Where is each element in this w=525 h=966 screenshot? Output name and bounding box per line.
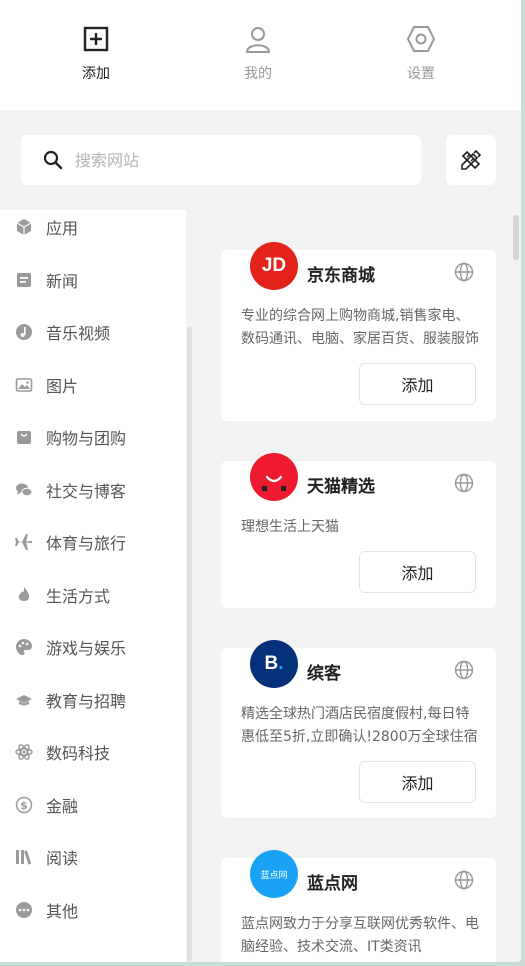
atom-icon xyxy=(15,744,33,760)
palette-icon xyxy=(16,639,32,655)
site-name: 京东商城 xyxy=(307,266,375,286)
sidebar-item-social[interactable]: 社交与博客 xyxy=(0,470,186,510)
sidebar-item-label: 生活方式 xyxy=(46,587,111,606)
sidebar-item-games[interactable]: 游戏与娱乐 xyxy=(0,627,186,667)
globe-icon[interactable] xyxy=(454,473,474,493)
logo-text: B. xyxy=(264,653,284,674)
sidebar-item-lifestyle[interactable]: 生活方式 xyxy=(0,575,186,615)
sidebar-item-apps[interactable]: 应用 xyxy=(0,207,186,247)
shopping-bag-icon xyxy=(17,431,31,444)
add-button[interactable]: 添加 xyxy=(359,551,476,593)
sidebar-item-sports-travel[interactable]: 体育与旅行 xyxy=(0,522,186,562)
sidebar-item-music-video[interactable]: 音乐视频 xyxy=(0,312,186,352)
site-name: 天猫精选 xyxy=(307,477,375,497)
site-description: 专业的综合网上购物商城,销售家电、数码通讯、电脑、家居百货、服装服饰 xyxy=(241,308,479,347)
site-description: 蓝点网致力于分享互联网优秀软件、电脑经验、技术交流、IT类资讯 xyxy=(241,916,479,955)
add-button[interactable]: 添加 xyxy=(359,363,476,405)
sidebar-item-label: 游戏与娱乐 xyxy=(46,639,127,658)
sidebar-scrollbar[interactable] xyxy=(187,326,192,962)
sidebar-item-label: 阅读 xyxy=(46,849,79,868)
site-description: 精选全球热门酒店民宿度假村,每日特惠低至5折,立即确认!2800万全球住宿 xyxy=(241,706,478,745)
sidebar-item-finance[interactable]: $ 金融 xyxy=(0,785,186,825)
tab-mine-label: 我的 xyxy=(244,66,272,82)
tab-add[interactable]: 添加 xyxy=(41,0,151,110)
sidebar-item-label: 金融 xyxy=(46,797,79,816)
sidebar-item-other[interactable]: 其他 xyxy=(0,890,186,930)
music-icon xyxy=(16,324,32,340)
dollar-icon: $ xyxy=(15,796,33,814)
image-icon xyxy=(15,378,33,392)
site-card-jd: JD 京东商城 专业的综合网上购物商城,销售家电、数码通讯、电脑、家居百货、服装… xyxy=(221,242,496,421)
globe-icon[interactable] xyxy=(454,660,474,680)
tab-settings-label: 设置 xyxy=(407,66,435,82)
tmall-logo xyxy=(250,453,298,501)
user-icon xyxy=(245,27,271,53)
sidebar-item-images[interactable]: 图片 xyxy=(0,365,186,405)
site-name: 缤客 xyxy=(307,664,341,684)
sidebar-item-label: 数码科技 xyxy=(46,744,111,763)
sidebar-item-reading[interactable]: 阅读 xyxy=(0,837,186,877)
search-box[interactable] xyxy=(21,135,421,185)
top-nav: 添加 我的 设置 xyxy=(0,0,521,110)
sidebar-item-label: 图片 xyxy=(46,377,79,396)
tab-settings[interactable]: 设置 xyxy=(366,0,476,110)
globe-icon[interactable] xyxy=(454,870,474,890)
logo-text: JD xyxy=(261,255,287,276)
pencil-ruler-icon xyxy=(461,149,482,170)
jd-logo: JD xyxy=(250,242,298,290)
category-sidebar: 应用 新闻 音乐视频 图片 购物与团购 社交与博客 体育与旅行 生活方式 游戏与… xyxy=(0,210,186,962)
plane-icon xyxy=(15,534,32,550)
chat-icon xyxy=(16,483,33,497)
sidebar-item-label: 应用 xyxy=(46,219,79,238)
site-card-tmall: 天猫精选 理想生活上天猫 添加 xyxy=(221,453,496,608)
sidebar-item-label: 新闻 xyxy=(46,272,79,291)
search-input[interactable] xyxy=(75,150,375,170)
flame-icon xyxy=(18,587,30,601)
box-icon xyxy=(16,219,32,235)
news-icon xyxy=(17,273,31,287)
booking-logo: B. xyxy=(250,640,298,688)
landian-logo: 蓝点网 xyxy=(250,850,298,898)
logo-text: 蓝点网 xyxy=(260,870,288,881)
svg-text:$: $ xyxy=(20,799,28,812)
sidebar-item-label: 购物与团购 xyxy=(46,429,127,448)
site-name: 蓝点网 xyxy=(307,874,358,894)
hexagon-settings-icon xyxy=(406,26,436,52)
plus-square-icon xyxy=(83,26,109,52)
sidebar-item-education[interactable]: 教育与招聘 xyxy=(0,680,186,720)
tab-add-label: 添加 xyxy=(82,66,110,82)
tools-button[interactable] xyxy=(446,135,496,185)
site-card-landian: 蓝点网 蓝点网 蓝点网致力于分享互联网优秀软件、电脑经验、技术交流、IT类资讯 xyxy=(221,850,496,962)
more-icon xyxy=(16,902,32,918)
site-description: 理想生活上天猫 xyxy=(241,519,339,535)
graduation-cap-icon xyxy=(16,695,32,706)
sidebar-item-label: 体育与旅行 xyxy=(46,534,127,553)
sidebar-item-label: 其他 xyxy=(46,902,79,921)
app-window: 添加 我的 设置 搜索网站 应用 新闻 音乐视频 图片 购物与团购 社交与博客 … xyxy=(0,0,521,962)
tab-mine[interactable]: 我的 xyxy=(203,0,313,110)
sidebar-item-label: 教育与招聘 xyxy=(46,692,127,711)
sidebar-item-shopping[interactable]: 购物与团购 xyxy=(0,417,186,457)
content-scrollbar[interactable] xyxy=(513,215,519,260)
search-icon xyxy=(43,150,63,170)
add-button[interactable]: 添加 xyxy=(359,761,476,803)
sidebar-item-news[interactable]: 新闻 xyxy=(0,260,186,300)
site-card-booking: B. 缤客 精选全球热门酒店民宿度假村,每日特惠低至5折,立即确认!2800万全… xyxy=(221,640,496,818)
books-icon xyxy=(16,850,32,865)
globe-icon[interactable] xyxy=(454,262,474,282)
sidebar-item-tech[interactable]: 数码科技 xyxy=(0,732,186,772)
sidebar-item-label: 音乐视频 xyxy=(46,324,111,343)
sidebar-item-label: 社交与博客 xyxy=(46,482,127,501)
tmall-smile-icon xyxy=(262,475,286,491)
